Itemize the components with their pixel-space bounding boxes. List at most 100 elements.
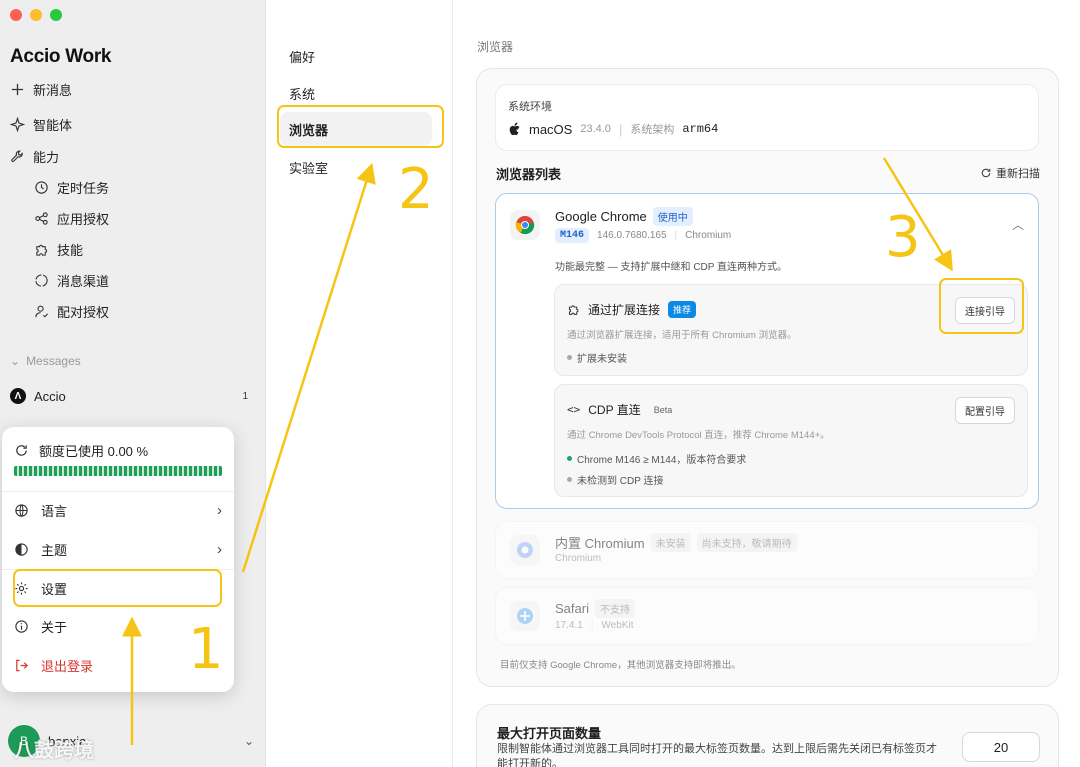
support-footnote: 目前仅支持 Google Chrome，其他浏览器支持即将推出。 [500, 660, 741, 671]
browser-engine: WebKit [601, 620, 634, 631]
browser-card-chromium: 内置 Chromium 未安装 尚未支持，敬请期待 Chromium [495, 521, 1039, 579]
browser-name: 内置 Chromium [555, 536, 645, 551]
zoom-window-button[interactable] [50, 9, 62, 21]
safari-icon [510, 601, 540, 631]
sidebar-item-label: 应用授权 [57, 211, 110, 227]
unread-count: 1 [242, 390, 248, 402]
menu-item-language[interactable]: 语言 › [14, 499, 222, 521]
puzzle-icon [36, 244, 48, 256]
settings-tab-system[interactable]: 系统 [289, 84, 315, 103]
clock-icon [35, 180, 48, 194]
theme-icon [15, 542, 28, 556]
os-version: 23.4.0 [580, 123, 611, 135]
chrome-name-row: Google Chrome 使用中 [555, 207, 693, 226]
divider [2, 491, 234, 492]
chrome-meta-row: M146 146.0.7680.165 | Chromium [555, 228, 731, 243]
max-pages-input[interactable]: 20 [962, 732, 1040, 762]
chevron-down-icon: ⌄ [243, 734, 254, 748]
major-version-badge: M146 [555, 228, 590, 243]
browser-card-chrome[interactable]: Google Chrome 使用中 M146 146.0.7680.165 | … [495, 193, 1039, 509]
highlight-connect-guide [939, 278, 1024, 334]
max-pages-description: 限制智能体通过浏览器工具同时打开的最大标签页数量。达到上限后需先关闭已有标签页才… [497, 743, 937, 767]
recommended-badge: 推荐 [668, 301, 697, 318]
chevron-right-icon: › [217, 501, 222, 519]
arch-label: 系统架构 [630, 124, 675, 136]
window-controls [10, 9, 62, 21]
browser-engine: Chromium [685, 230, 732, 241]
browser-engine: Chromium [555, 553, 602, 564]
status-text: Chrome M146 ≥ M144，版本符合要求 [577, 455, 747, 466]
quota-row: 额度已使用 0.00 % [14, 441, 148, 460]
status-dot [567, 355, 572, 360]
env-label: 系统环境 [508, 101, 552, 113]
settings-tab-lab[interactable]: 实验室 [289, 158, 328, 177]
option-status: 扩展未安装 [567, 350, 627, 365]
menu-item-theme[interactable]: 主题 › [14, 538, 222, 560]
option-status-version: Chrome M146 ≥ M144，版本符合要求 [567, 451, 746, 466]
rescan-label: 重新扫描 [996, 168, 1040, 180]
status-text: 未检测到 CDP 连接 [577, 476, 664, 487]
status-badge: 未安装 [650, 533, 691, 552]
sidebar-item-skills[interactable]: 技能 [34, 238, 83, 260]
watermark: 八鼓跨境 [14, 740, 94, 762]
chevron-up-icon[interactable]: ︿ [1012, 216, 1024, 233]
menu-item-label: 主题 [41, 542, 68, 558]
sidebar-item-channels[interactable]: 消息渠道 [34, 269, 109, 291]
sidebar-item-label: 能力 [33, 149, 60, 165]
page-title: 浏览器 [477, 40, 514, 54]
rescan-button[interactable]: 重新扫描 [980, 165, 1040, 181]
browser-list-title: 浏览器列表 [496, 167, 562, 182]
sidebar-item-scheduled-tasks[interactable]: 定时任务 [34, 176, 109, 198]
circle-dashed-icon [35, 273, 48, 287]
message-name: Accio [34, 388, 66, 404]
config-guide-button[interactable]: 配置引导 [955, 397, 1015, 424]
status-text: 扩展未安装 [577, 354, 627, 365]
close-window-button[interactable] [10, 9, 22, 21]
new-message-label: 新消息 [33, 82, 73, 98]
option-subtitle: 通过浏览器扩展连接，适用于所有 Chromium 浏览器。 [567, 330, 797, 341]
settings-tab-preferences[interactable]: 偏好 [289, 47, 315, 66]
accio-logo-icon: Λ [10, 388, 26, 404]
os-name: macOS [529, 121, 573, 137]
sidebar-item-pairing[interactable]: 配对授权 [34, 300, 109, 322]
sidebar-item-label: 定时任务 [57, 180, 110, 196]
browser-version: 146.0.7680.165 [597, 230, 667, 241]
sidebar-item-label: 技能 [57, 242, 84, 258]
option-title-row: 通过扩展连接 推荐 [567, 301, 697, 318]
sidebar-item-app-auth[interactable]: 应用授权 [34, 207, 109, 229]
quota-progress-bar [14, 466, 222, 476]
info-icon [15, 619, 28, 633]
browser-name: Safari [555, 601, 589, 616]
globe-icon [15, 503, 28, 517]
refresh-icon [16, 445, 27, 456]
option-title: CDP 直连 [588, 403, 641, 417]
logout-icon [16, 659, 28, 671]
annotation-number-2: 2 [398, 157, 434, 222]
sparkle-icon [10, 116, 25, 132]
option-cdp-connect: <> CDP 直连 Beta 通过 Chrome DevTools Protoc… [554, 384, 1028, 497]
max-pages-card: 最大打开页面数量 限制智能体通过浏览器工具同时打开的最大标签页数量。达到上限后需… [476, 704, 1059, 767]
status-badge: 使用中 [652, 207, 693, 226]
highlight-browser-tab [277, 105, 444, 148]
app-logo: Accio Work [10, 46, 112, 67]
new-message-button[interactable]: 新消息 [10, 78, 72, 100]
nodes-icon [35, 211, 48, 225]
annotation-number-3: 3 [885, 205, 921, 270]
browser-version: 17.4.1 [555, 620, 583, 631]
message-item[interactable]: Λ Accio 1 [10, 388, 248, 404]
minimize-window-button[interactable] [30, 9, 42, 21]
max-pages-title: 最大打开页面数量 [497, 726, 602, 741]
sidebar-item-agents[interactable]: 智能体 [10, 113, 72, 135]
option-status-connection: 未检测到 CDP 连接 [567, 472, 664, 487]
menu-item-label: 退出登录 [41, 658, 94, 674]
sidebar-item-capabilities[interactable]: 能力 [10, 145, 59, 167]
status-dot [567, 477, 572, 482]
menu-item-label: 语言 [41, 503, 68, 519]
messages-section-toggle[interactable]: ⌄ Messages [10, 354, 81, 368]
highlight-settings [13, 569, 222, 607]
plus-icon [11, 83, 24, 95]
option-subtitle: 通过 Chrome DevTools Protocol 直连，推荐 Chrome… [567, 430, 830, 441]
code-icon: <> [567, 403, 581, 416]
chevron-right-icon: › [217, 540, 222, 558]
status-badge: 不支持 [594, 599, 635, 618]
